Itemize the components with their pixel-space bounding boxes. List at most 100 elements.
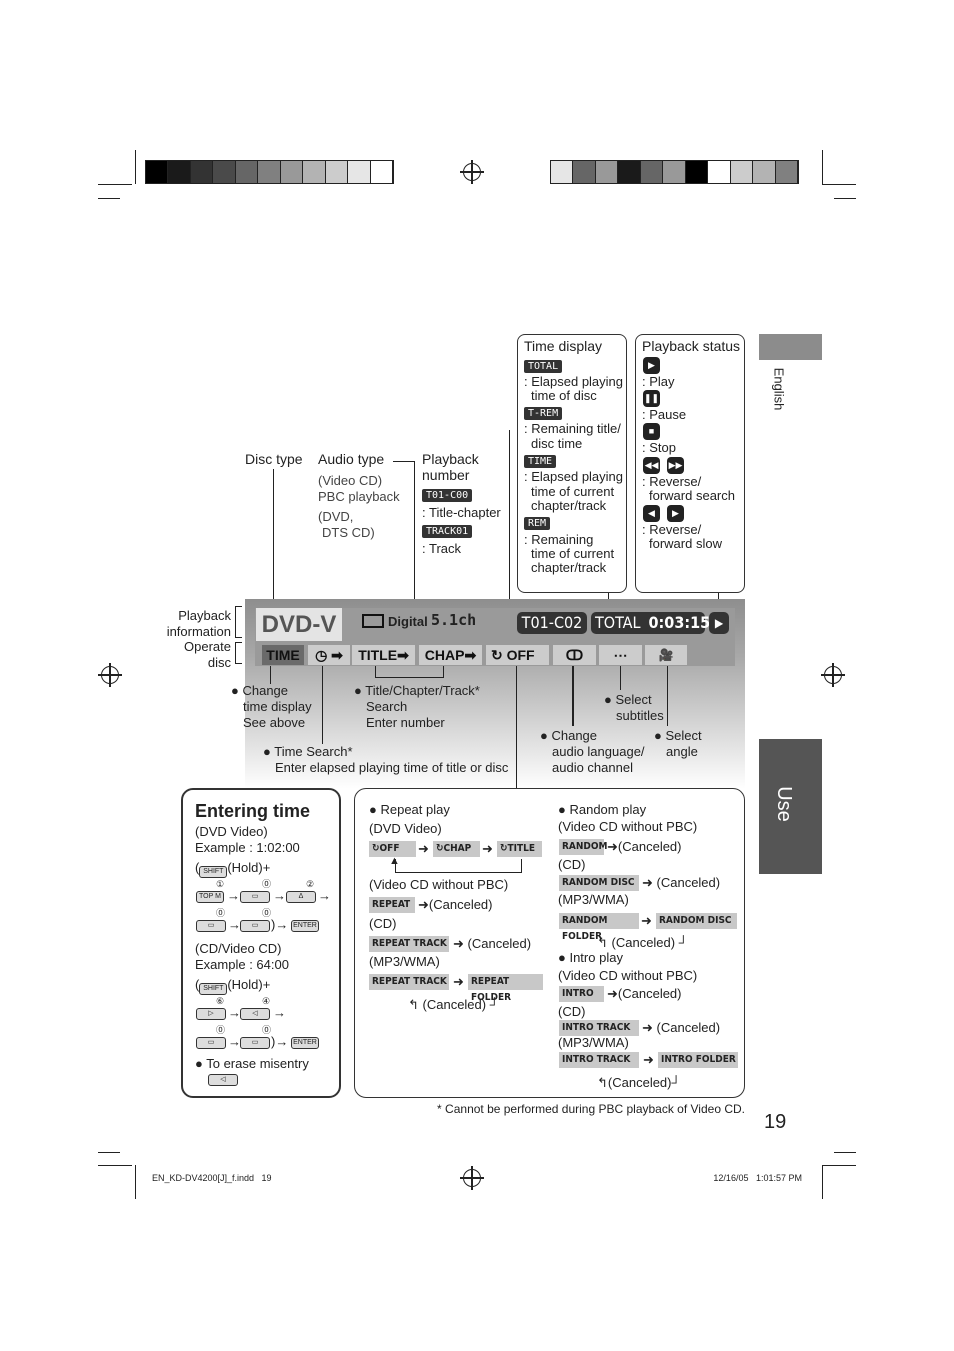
audio-note: ● Change bbox=[540, 728, 598, 743]
disc-type-label: Disc type bbox=[245, 451, 303, 467]
chapter-search-button[interactable]: CHAP➡ bbox=[419, 645, 482, 665]
forward-search-icon: ▶▶ bbox=[667, 457, 684, 474]
title-search-note: ● Title/Chapter/Track* bbox=[354, 683, 480, 698]
color-swatch bbox=[303, 161, 326, 183]
note-text: Change bbox=[551, 728, 598, 743]
arrow-icon: )→ bbox=[271, 1034, 289, 1049]
repeat-chap-chip: ↻CHAP bbox=[433, 841, 480, 857]
repeat-track-chip: REPEAT TRACK bbox=[369, 974, 449, 990]
color-registration-bar-right bbox=[550, 160, 799, 184]
canceled-label: (Canceled) bbox=[607, 1075, 672, 1090]
arrow-icon: ➜ bbox=[418, 841, 429, 856]
disc-label: (CD) bbox=[369, 916, 397, 931]
arrow-icon: → bbox=[273, 1005, 286, 1020]
time-display-title: Time display bbox=[524, 338, 603, 354]
random-disc-chip: RANDOM DISC bbox=[559, 875, 639, 891]
et-text: (CD/Video CD) bbox=[195, 941, 282, 956]
color-registration-bar-left bbox=[145, 160, 394, 184]
bracket bbox=[235, 642, 242, 664]
erase-note: ● To erase misentry bbox=[195, 1056, 309, 1071]
disc-label: (Video CD without PBC) bbox=[558, 819, 698, 834]
angle-button[interactable]: 🎥 bbox=[645, 645, 687, 665]
crop-mark bbox=[822, 184, 856, 185]
color-swatch bbox=[595, 161, 619, 183]
leader-line bbox=[270, 666, 271, 684]
leader-line bbox=[572, 666, 574, 726]
time-desc: chapter/track bbox=[531, 498, 607, 513]
footer-date: 12/16/05 1:01:57 PM bbox=[713, 1173, 802, 1183]
status-desc: : Play bbox=[642, 374, 675, 389]
intro-folder-chip: INTRO FOLDER bbox=[658, 1052, 738, 1068]
color-swatch bbox=[348, 161, 371, 183]
random-folder-chip: RANDOM FOLDER bbox=[559, 913, 639, 942]
zero-key: ▭ bbox=[240, 891, 270, 903]
playback-number-label: Playback bbox=[422, 451, 479, 467]
audio-note: PBC playback bbox=[318, 489, 400, 504]
et-shift-line: (SHIFT (Hold)+ bbox=[195, 977, 271, 995]
repeat-button[interactable]: ↻ OFF bbox=[486, 645, 549, 665]
crop-mark bbox=[822, 150, 823, 184]
badge-time: TIME bbox=[524, 455, 557, 468]
disc-label: (MP3/WMA) bbox=[558, 1035, 629, 1050]
enter-key: ENTER bbox=[291, 1037, 319, 1049]
disc-type-display: DVD-V bbox=[256, 608, 342, 641]
color-swatch bbox=[213, 161, 236, 183]
dolby-logo-icon bbox=[362, 614, 384, 628]
note-text: Enter number bbox=[366, 715, 445, 730]
status-desc: : Stop bbox=[642, 440, 676, 455]
color-swatch bbox=[663, 161, 686, 183]
loop-arrow-icon: ▲ bbox=[389, 855, 400, 867]
et-text: (Hold)+ bbox=[227, 977, 271, 992]
audio-button[interactable]: ↀ bbox=[553, 645, 596, 665]
audio-type-label: Audio type bbox=[318, 451, 385, 467]
arrow-canceled: ➜ (Canceled) bbox=[453, 936, 532, 951]
reverse-slow-icon: ◀ bbox=[643, 505, 660, 522]
note-text: Title/Chapter/Track* bbox=[365, 683, 480, 698]
registration-mark-icon bbox=[460, 1166, 484, 1190]
time-search-button[interactable]: ◷ ➡ bbox=[308, 645, 350, 665]
digit-label: ⓪ bbox=[262, 1025, 272, 1035]
color-swatch bbox=[775, 161, 798, 183]
disc-label: (MP3/WMA) bbox=[369, 954, 440, 969]
arrow-icon: → bbox=[318, 888, 331, 903]
repeat-track-chip: REPEAT TRACK bbox=[369, 936, 449, 952]
color-swatch bbox=[573, 161, 596, 183]
color-swatch bbox=[753, 161, 776, 183]
et-text: Example : 1:02:00 bbox=[195, 840, 300, 855]
pn-desc: : Track bbox=[422, 541, 462, 556]
note-text: Select bbox=[615, 692, 652, 707]
zero-key: ▭ bbox=[196, 1037, 226, 1049]
canceled-label: (Canceled) bbox=[611, 935, 676, 950]
arrow-icon: → bbox=[273, 888, 286, 903]
canceled-loop: ↰ (Canceled) ┘ bbox=[597, 935, 688, 950]
playback-information-label: information bbox=[166, 624, 231, 639]
title-search-button[interactable]: TITLE➡ bbox=[352, 645, 415, 665]
intro-chip: INTRO bbox=[559, 986, 604, 1002]
digit-label: ⓪ bbox=[216, 908, 226, 918]
subtitle-button[interactable]: ⋯ bbox=[599, 645, 642, 665]
audio-note: DTS CD) bbox=[322, 525, 375, 540]
zero-key: ▭ bbox=[196, 920, 226, 932]
zero-key: ▭ bbox=[240, 920, 270, 932]
canceled-loop: ↰ (Canceled) ┘ bbox=[408, 997, 499, 1012]
status-desc: forward slow bbox=[649, 536, 722, 551]
et-text: (Hold)+ bbox=[227, 860, 271, 875]
leader-line bbox=[273, 469, 274, 609]
disc-label: (Video CD without PBC) bbox=[558, 968, 698, 983]
color-swatch bbox=[325, 161, 349, 183]
color-swatch bbox=[618, 161, 641, 183]
page-number: 19 bbox=[764, 1111, 787, 1133]
intro-track-chip: INTRO TRACK bbox=[559, 1020, 639, 1036]
zero-key: ▭ bbox=[240, 1037, 270, 1049]
note-text: subtitles bbox=[616, 708, 664, 723]
time-button[interactable]: TIME bbox=[262, 645, 304, 665]
play-status-icon: ▶ bbox=[709, 612, 729, 634]
canceled-loop: ↰(Canceled)┘ bbox=[597, 1075, 681, 1090]
badge-t-rem: T-REM bbox=[524, 407, 563, 420]
arrow-canceled: ➜(Canceled) bbox=[607, 839, 682, 854]
audio-note: (Video CD) bbox=[318, 473, 383, 488]
time-desc: : Elapsed playing bbox=[524, 469, 624, 484]
playback-status-title: Playback status bbox=[642, 338, 741, 354]
note-text: audio language/ bbox=[552, 744, 645, 759]
note-text: Enter elapsed playing time of title or d… bbox=[275, 760, 509, 775]
